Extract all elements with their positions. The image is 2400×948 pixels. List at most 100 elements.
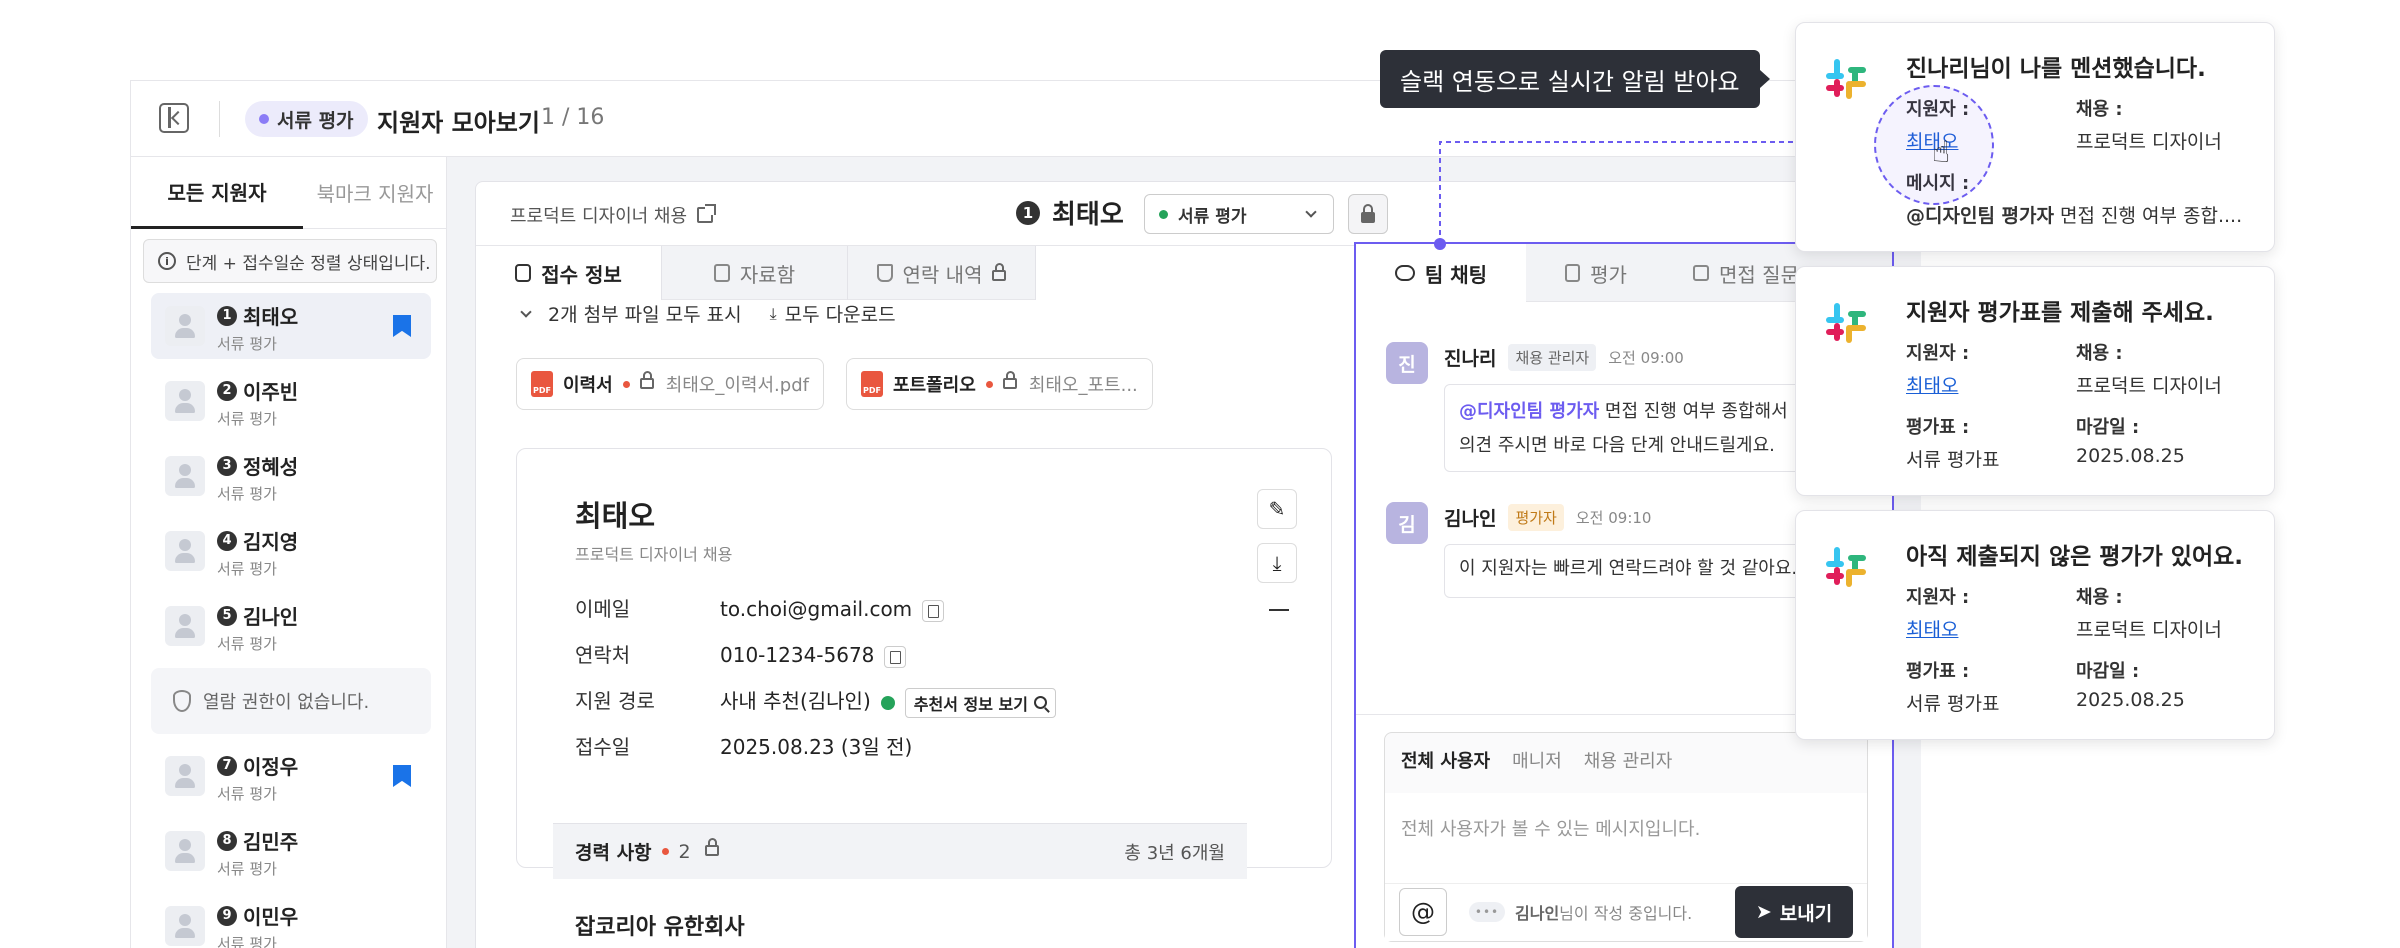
audience-tabs: 전체 사용자 매니저 채용 관리자 (1401, 747, 1672, 773)
form-label: 평가표 : (1906, 661, 1970, 682)
slack-logo-icon (1826, 59, 1866, 99)
message-text: 면접 진행 여부 종합해서 (1599, 401, 1788, 422)
candidate-stage: 서류 평가 (217, 335, 277, 353)
scroll-indicator[interactable] (1269, 609, 1289, 611)
send-label: 보내기 (1779, 902, 1833, 925)
file-chip-resume[interactable]: PDF 이력서 최태오_이력서.pdf (516, 358, 824, 410)
required-dot-icon (622, 380, 630, 388)
bookmark-icon[interactable] (393, 765, 411, 787)
mention-button[interactable]: @ (1399, 888, 1447, 936)
typing-indicator-icon: ••• (1469, 902, 1505, 922)
job-link[interactable]: 프로덕트 디자이너 채용 (510, 202, 717, 228)
audience-tab-all[interactable]: 전체 사용자 (1401, 747, 1490, 773)
candidate-stage: 서류 평가 (217, 485, 277, 503)
tab-label: 연락 내역 (902, 262, 983, 287)
referral-info-button[interactable]: 추천서 정보 보기 (904, 687, 1056, 718)
phone-value: 010-1234-5678 (720, 643, 875, 667)
tab-contact-history[interactable]: 연락 내역 (848, 246, 1036, 300)
tab-documents[interactable]: 자료함 (662, 246, 848, 300)
tab-evaluation[interactable]: 평가 (1526, 244, 1666, 302)
stage-select[interactable]: 서류 평가 (1144, 194, 1334, 234)
pdf-icon: PDF (861, 371, 883, 397)
download-button[interactable]: ⤓ (1257, 543, 1297, 583)
candidate-item[interactable]: 1 최태오 서류 평가 (151, 293, 431, 359)
lock-button[interactable] (1348, 194, 1388, 234)
edit-button[interactable]: ✎ (1257, 489, 1297, 529)
candidate-number: 1 (1016, 200, 1040, 225)
candidate-counter: 1 / 16 (541, 105, 605, 130)
copy-icon[interactable] (922, 599, 945, 622)
candidate-number: 9 (217, 905, 237, 926)
date-row: 접수일 2025.08.23 (3일 전) (575, 731, 912, 760)
email-row: 이메일 to.choi@gmail.com (575, 593, 945, 622)
slack-notification[interactable]: 아직 제출되지 않은 평가가 있어요. 지원자 : 최태오 채용 : 프로덕트 … (1795, 510, 2275, 740)
message-preview: @디자인팀 평가자 면접 진행 여부 종합.... (1906, 201, 2242, 228)
candidate-number: 1 (217, 305, 237, 326)
required-dot-icon (985, 380, 993, 388)
audience-tab-managers[interactable]: 매니저 (1512, 747, 1562, 773)
experience-total: 총 3년 6개월 (1124, 842, 1225, 864)
candidate-stage: 서류 평가 (217, 410, 277, 428)
candidate-name: 김민주 (243, 830, 299, 854)
email-label: 이메일 (575, 597, 631, 621)
audience-tab-admins[interactable]: 채용 관리자 (1584, 747, 1673, 773)
mention-tag[interactable]: @디자인팀 평가자 (1459, 401, 1599, 422)
candidate-info-card: 최태오 프로덕트 디자이너 채용 ✎ ⤓ 이메일 to.choi@gmail.co… (516, 448, 1332, 940)
tab-label: 접수 정보 (541, 262, 622, 287)
applicant-link[interactable]: 최태오 (1906, 615, 1958, 642)
no-permission-item: 열람 권한이 없습니다. (151, 668, 431, 734)
chat-bubble-icon (1394, 265, 1415, 281)
sort-info-text: 단계 + 접수일순 정렬 상태입니다. (186, 253, 431, 274)
chevron-down-icon[interactable] (520, 305, 532, 318)
tab-all-candidates[interactable]: 모든 지원자 (131, 157, 303, 229)
attachments-toggle[interactable]: 2개 첨부 파일 모두 표시 (548, 300, 742, 327)
candidate-stage: 서류 평가 (217, 860, 277, 878)
stage-badge: 서류 평가 (245, 101, 368, 137)
candidate-name-row: 1 최태오 (217, 301, 298, 330)
tab-application-info[interactable]: 접수 정보 (476, 246, 662, 300)
sidebar-toggle-icon[interactable] (159, 103, 189, 133)
send-button[interactable]: ➤ 보내기 (1735, 886, 1853, 938)
deadline-label: 마감일 : (2076, 417, 2140, 438)
candidate-item[interactable]: 3 정혜성 서류 평가 (151, 443, 431, 509)
avatar (165, 456, 205, 496)
candidate-name-row: 8 김민주 (217, 826, 298, 855)
candidate-item[interactable]: 7 이정우 서류 평가 (151, 743, 431, 809)
tab-team-chat[interactable]: 팀 채팅 (1356, 244, 1526, 302)
candidate-name: 이민우 (243, 905, 299, 929)
phone-label: 연락처 (575, 643, 631, 667)
candidate-item[interactable]: 8 김민주 서류 평가 (151, 818, 431, 884)
job-label: 채용 : (2076, 587, 2123, 608)
slack-logo-icon (1826, 303, 1866, 343)
candidate-name: 최태오 (243, 305, 299, 329)
chevron-down-icon (1305, 206, 1317, 218)
applicant-label: 지원자 : (1906, 587, 1970, 608)
required-dot-icon (661, 848, 669, 855)
deadline-value: 2025.08.25 (2076, 445, 2185, 467)
avatar (165, 906, 205, 946)
message-input[interactable]: 전체 사용자가 볼 수 있는 메시지입니다. (1385, 793, 1867, 883)
copy-icon[interactable] (884, 645, 907, 668)
candidate-item[interactable]: 5 김나인 서류 평가 (151, 593, 431, 659)
hand-cursor-icon: ☝ (1932, 135, 1951, 170)
form-label: 평가표 : (1906, 417, 1970, 438)
download-all-button[interactable]: 모두 다운로드 (785, 300, 896, 327)
slack-tooltip: 슬랙 연동으로 실시간 알림 받아요 (1380, 50, 1770, 108)
candidate-item[interactable]: 9 이민우 서류 평가 (151, 893, 431, 948)
candidate-item[interactable]: 2 이주빈 서류 평가 (151, 368, 431, 434)
candidate-name: 이정우 (243, 755, 299, 779)
file-chip-portfolio[interactable]: PDF 포트폴리오 최태오_포트... (846, 358, 1153, 410)
applicant-link[interactable]: 최태오 (1906, 371, 1958, 398)
route-label: 지원 경로 (575, 689, 655, 713)
slack-notification[interactable]: 지원자 평가표를 제출해 주세요. 지원자 : 최태오 채용 : 프로덕트 디자… (1795, 266, 2275, 496)
tab-bookmarked-candidates[interactable]: 북마크 지원자 (303, 157, 447, 229)
message-placeholder: 전체 사용자가 볼 수 있는 메시지입니다. (1401, 819, 1701, 840)
job-value: 프로덕트 디자이너 (2076, 131, 2222, 153)
candidate-item[interactable]: 4 김지영 서류 평가 (151, 518, 431, 584)
info-icon: i (158, 252, 176, 270)
candidate-number: 7 (217, 755, 237, 776)
company-name: 잡코리아 유한회사 (575, 915, 745, 940)
bookmark-icon[interactable] (393, 315, 411, 337)
slack-notification[interactable]: 진나리님이 나를 멘션했습니다. 지원자 : 최태오 채용 : 프로덕트 디자이… (1795, 22, 2275, 252)
stage-badge-label: 서류 평가 (277, 109, 354, 132)
